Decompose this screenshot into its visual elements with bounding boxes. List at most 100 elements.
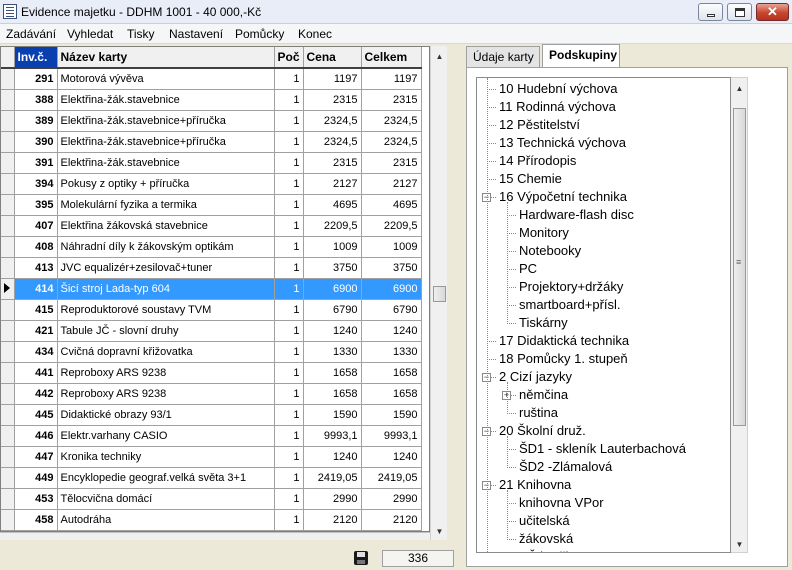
name-cell[interactable]: Autodráha	[57, 509, 275, 531]
tree-node[interactable]: 15 Chemie	[497, 170, 562, 188]
total-cell[interactable]: 1590	[361, 404, 422, 426]
total-cell[interactable]: 1009	[361, 236, 422, 258]
name-cell[interactable]: Cvičná dopravní křižovatka	[57, 341, 275, 363]
price-cell[interactable]: 2324,5	[303, 110, 362, 132]
count-cell[interactable]: 1	[274, 236, 304, 258]
total-cell[interactable]: 1240	[361, 446, 422, 468]
inv-cell[interactable]: 449	[14, 467, 58, 489]
tree-node[interactable]: 11 Rodinná výchova	[497, 98, 616, 116]
minimize-button[interactable]	[698, 3, 723, 21]
name-cell[interactable]: JVC equalizér+zesilovač+tuner	[57, 257, 275, 279]
grid-horizontal-scrollbar[interactable]	[0, 532, 430, 540]
total-cell[interactable]: 6790	[361, 299, 422, 321]
table-row[interactable]: 391 Elektřina-žák.stavebnice 1 2315 2315	[1, 152, 422, 174]
price-cell[interactable]: 3750	[303, 257, 362, 279]
row-indicator[interactable]	[1, 425, 15, 447]
count-cell[interactable]: 1	[274, 152, 304, 174]
table-row[interactable]: 453 Tělocvična domácí 1 2990 2990	[1, 488, 422, 510]
table-row[interactable]: 449 Encyklopedie geograf.velká světa 3+1 1…	[1, 467, 422, 489]
count-cell[interactable]: 1	[274, 383, 304, 405]
count-cell[interactable]: 1	[274, 362, 304, 384]
count-cell[interactable]: 1	[274, 89, 304, 111]
count-cell[interactable]: 1	[274, 320, 304, 342]
total-cell[interactable]: 2419,05	[361, 467, 422, 489]
tree-node[interactable]: ŠD1 - skleník Lauterbachová	[517, 440, 686, 458]
tree-node[interactable]: němčina	[517, 386, 568, 404]
row-indicator[interactable]	[1, 110, 15, 132]
price-cell[interactable]: 1240	[303, 446, 362, 468]
tree-node[interactable]: 16 Výpočetní technika	[497, 188, 627, 206]
scroll-up-icon[interactable]: ▲	[431, 48, 448, 65]
name-cell[interactable]: Tělocvična domácí	[57, 488, 275, 510]
price-cell[interactable]: 1197	[303, 68, 362, 90]
name-cell[interactable]: Elektřina-žák.stavebnice+příručka	[57, 110, 275, 132]
menu-zadavani[interactable]: Zadávání	[6, 27, 56, 41]
close-button[interactable]: ✕	[756, 3, 789, 21]
menu-konec[interactable]: Konec	[298, 27, 332, 41]
scroll-down-icon[interactable]: ▼	[431, 523, 448, 540]
subgroup-tree[interactable]: 10 Hudební výchova 11 Rodinná výchova 12 P…	[476, 77, 731, 553]
row-indicator[interactable]	[1, 299, 15, 321]
tree-node[interactable]: 17 Didaktická technika	[497, 332, 629, 350]
total-cell[interactable]: 2315	[361, 89, 422, 111]
column-header-price[interactable]: Cena	[303, 47, 362, 69]
row-indicator[interactable]	[1, 341, 15, 363]
count-cell[interactable]: 1	[274, 257, 304, 279]
row-indicator[interactable]	[1, 89, 15, 111]
tree-vertical-scrollbar[interactable]: ▲ ≡ ▼	[731, 77, 748, 553]
name-cell[interactable]: Reproboxy ARS 9238	[57, 383, 275, 405]
price-cell[interactable]: 2419,05	[303, 467, 362, 489]
tree-scroll-thumb[interactable]: ≡	[733, 108, 746, 426]
column-header-total[interactable]: Celkem	[361, 47, 422, 69]
table-row[interactable]: 458 Autodráha 1 2120 2120	[1, 509, 422, 531]
tree-node[interactable]: Monitory	[517, 224, 569, 242]
row-indicator[interactable]	[1, 131, 15, 153]
price-cell[interactable]: 2127	[303, 173, 362, 195]
count-cell[interactable]: 1	[274, 488, 304, 510]
table-row[interactable]: 413 JVC equalizér+zesilovač+tuner 1 3750 375…	[1, 257, 422, 279]
tree-node[interactable]: 2 Cizí jazyky	[497, 368, 572, 386]
total-cell[interactable]: 1658	[361, 362, 422, 384]
table-row[interactable]: 394 Pokusy z optiky + příručka 1 2127 2127	[1, 173, 422, 195]
price-cell[interactable]: 1330	[303, 341, 362, 363]
tree-node[interactable]: 12 Pěstitelství	[497, 116, 580, 134]
table-row[interactable]: 446 Elektr.varhany CASIO 1 9993,1 9993,1	[1, 425, 422, 447]
name-cell[interactable]: Reproduktorové soustavy TVM	[57, 299, 275, 321]
row-indicator[interactable]	[1, 404, 15, 426]
table-row[interactable]: 415 Reproduktorové soustavy TVM 1 6790 6790	[1, 299, 422, 321]
tree-scroll-up-icon[interactable]: ▲	[731, 80, 748, 97]
count-cell[interactable]: 1	[274, 215, 304, 237]
tab-udaje-karty[interactable]: Údaje karty	[466, 46, 540, 68]
name-cell[interactable]: Šicí stroj Lada-typ 604	[57, 278, 275, 300]
name-cell[interactable]: Kronika techniky	[57, 446, 275, 468]
tree-node[interactable]: 22 MŠ hračky	[497, 548, 578, 552]
total-cell[interactable]: 1197	[361, 68, 422, 90]
price-cell[interactable]: 2209,5	[303, 215, 362, 237]
menu-nastaveni[interactable]: Nastavení	[169, 27, 223, 41]
table-row[interactable]: 407 Elektřina žákovská stavebnice 1 2209,5 2…	[1, 215, 422, 237]
tree-node[interactable]: učitelská	[517, 512, 570, 530]
tree-node[interactable]: PC	[517, 260, 537, 278]
table-row[interactable]: 445 Didaktické obrazy 93/1 1 1590 1590	[1, 404, 422, 426]
tree-node[interactable]: smartboard+přísl.	[517, 296, 621, 314]
name-cell[interactable]: Náhradní díly k žákovským optikám	[57, 236, 275, 258]
price-cell[interactable]: 2315	[303, 89, 362, 111]
row-indicator[interactable]	[1, 173, 15, 195]
table-row[interactable]: 408 Náhradní díly k žákovským optikám 1 100…	[1, 236, 422, 258]
inv-cell[interactable]: 441	[14, 362, 58, 384]
price-cell[interactable]: 6790	[303, 299, 362, 321]
tree-node[interactable]: žákovská	[517, 530, 573, 548]
inv-cell[interactable]: 407	[14, 215, 58, 237]
tree-node[interactable]: ruština	[517, 404, 558, 422]
tree-node[interactable]: Tiskárny	[517, 314, 568, 332]
total-cell[interactable]: 2990	[361, 488, 422, 510]
inv-cell[interactable]: 291	[14, 68, 58, 90]
menu-pomucky[interactable]: Pomůcky	[235, 27, 284, 41]
total-cell[interactable]: 2324,5	[361, 110, 422, 132]
inv-cell[interactable]: 413	[14, 257, 58, 279]
column-header-count[interactable]: Poč	[274, 47, 304, 69]
inv-cell[interactable]: 389	[14, 110, 58, 132]
total-cell[interactable]: 2209,5	[361, 215, 422, 237]
inv-cell[interactable]: 408	[14, 236, 58, 258]
grid-scroll-thumb[interactable]	[433, 286, 446, 302]
